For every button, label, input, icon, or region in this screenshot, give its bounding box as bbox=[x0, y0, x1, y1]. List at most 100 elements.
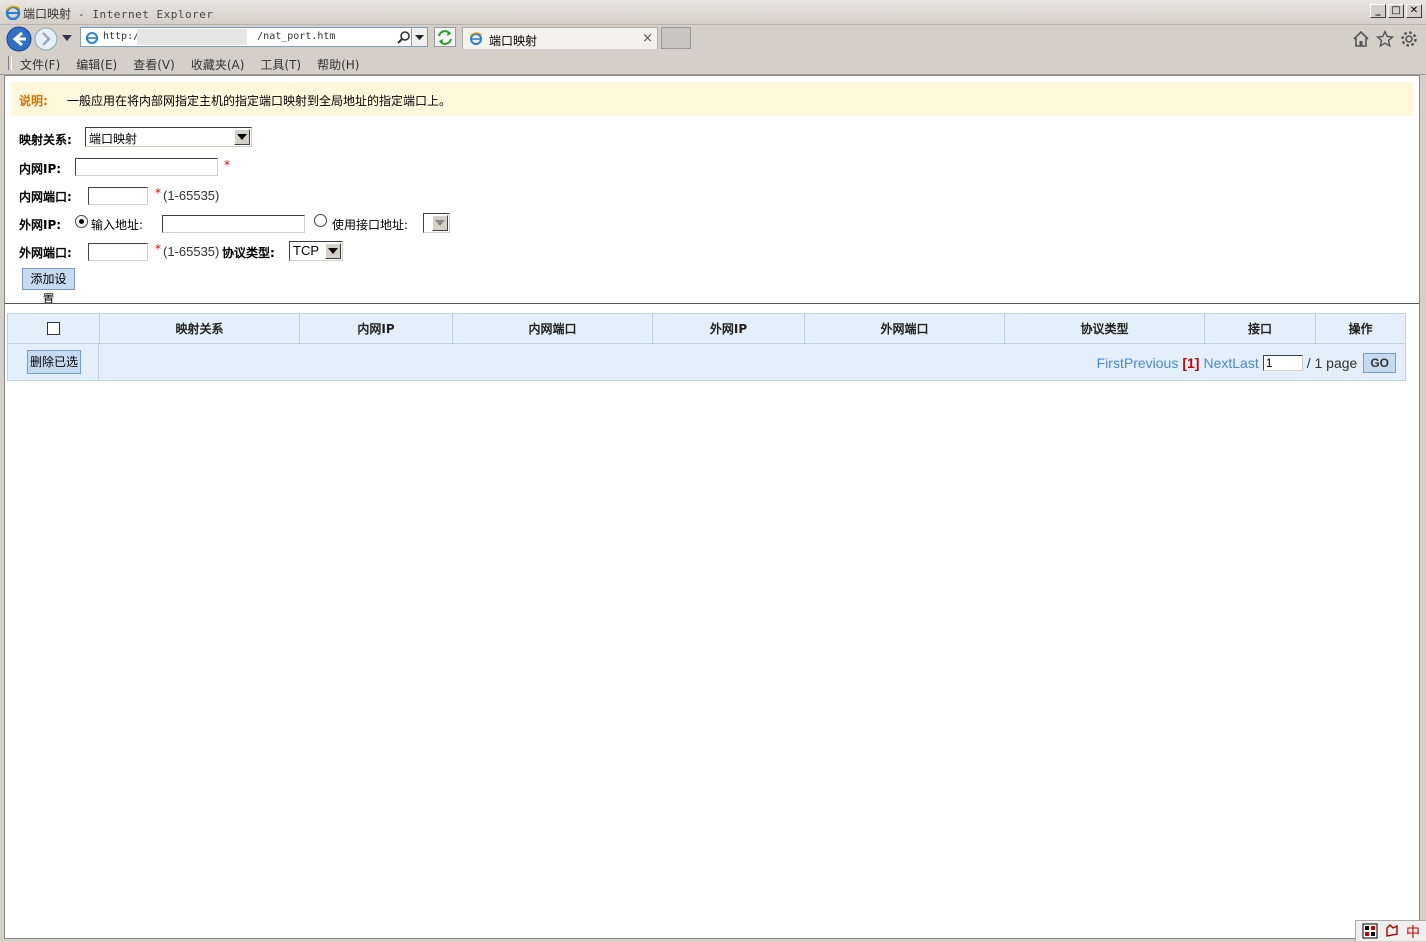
ime-tray: 中 bbox=[1355, 920, 1426, 941]
inner-ip-required-mark: * bbox=[224, 158, 230, 172]
pager-current: [1] bbox=[1182, 355, 1200, 371]
search-icon[interactable] bbox=[397, 30, 411, 44]
chevron-down-icon bbox=[237, 134, 247, 140]
menu-grip bbox=[8, 56, 12, 70]
inner-port-input[interactable] bbox=[88, 187, 148, 205]
footer-action-cell: 删除已选 bbox=[8, 344, 99, 381]
outer-ip-row: 外网IP: 输入地址: 使用接口地址: bbox=[19, 212, 459, 234]
page-ie-icon bbox=[86, 32, 98, 44]
column-protocol: 协议类型 bbox=[1005, 314, 1205, 343]
gear-icon[interactable] bbox=[1400, 30, 1418, 48]
window-title-page: 端口映射 bbox=[23, 7, 72, 21]
outer-port-required-mark: * bbox=[155, 242, 161, 256]
table-footer: 删除已选 First Previous [1] Next Last 1 / 1 … bbox=[8, 344, 1405, 381]
inner-ip-input[interactable] bbox=[75, 158, 218, 176]
ime-keyboard-icon[interactable] bbox=[1362, 923, 1378, 939]
menu-favorites[interactable]: 收藏夹(A) bbox=[191, 56, 245, 73]
window-controls: _ □ ✕ bbox=[1370, 4, 1422, 18]
pager-first[interactable]: First bbox=[1097, 355, 1124, 371]
menu-items: 文件(F) 编辑(E) 查看(V) 收藏夹(A) 工具(T) 帮助(H) bbox=[20, 56, 359, 73]
protocol-label: 协议类型: bbox=[222, 246, 275, 260]
ime-hand-icon[interactable] bbox=[1384, 922, 1400, 938]
header-select-all-cell bbox=[8, 314, 100, 343]
column-inner-ip: 内网IP bbox=[300, 314, 453, 343]
pager-next[interactable]: Next bbox=[1203, 355, 1232, 371]
radio-input-address-label: 输入地址: bbox=[91, 218, 144, 232]
radio-input-address[interactable] bbox=[75, 215, 88, 228]
home-icon[interactable] bbox=[1352, 30, 1370, 48]
column-inner-port: 内网端口 bbox=[453, 314, 653, 343]
inner-port-range-hint: (1-65535) bbox=[163, 188, 220, 203]
back-arrow-icon[interactable] bbox=[6, 26, 32, 52]
outer-port-row: 外网端口: * (1-65535) 协议类型: TCP bbox=[19, 240, 459, 262]
ime-chinese-indicator[interactable]: 中 bbox=[1406, 922, 1420, 942]
interface-select[interactable] bbox=[423, 213, 450, 233]
menu-bar: 文件(F) 编辑(E) 查看(V) 收藏夹(A) 工具(T) 帮助(H) bbox=[0, 52, 1426, 75]
window-titlebar: 端口映射 - Internet Explorer _ □ ✕ bbox=[0, 0, 1426, 25]
outer-ip-input[interactable] bbox=[162, 215, 305, 233]
forward-arrow-icon[interactable] bbox=[34, 27, 58, 51]
interface-select-arrow bbox=[432, 215, 448, 231]
menu-tools[interactable]: 工具(T) bbox=[260, 56, 301, 73]
menu-file[interactable]: 文件(F) bbox=[20, 56, 60, 73]
refresh-button[interactable] bbox=[434, 27, 456, 47]
description-note: 说明: 一般应用在将内部网指定主机的指定端口映射到全局地址的指定端口上。 bbox=[11, 82, 1414, 116]
history-dropdown-icon[interactable] bbox=[62, 34, 72, 42]
section-divider bbox=[5, 303, 1419, 306]
menu-help[interactable]: 帮助(H) bbox=[317, 56, 359, 73]
menu-view[interactable]: 查看(V) bbox=[133, 56, 175, 73]
column-operation: 操作 bbox=[1348, 322, 1373, 336]
navigation-bar: http:///nat_port.htm 端口映射 × bbox=[0, 24, 1426, 52]
address-bar[interactable]: http:///nat_port.htm bbox=[80, 27, 428, 47]
chevron-down-icon bbox=[415, 35, 424, 40]
page-content: 说明: 一般应用在将内部网指定主机的指定端口映射到全局地址的指定端口上。 映射关… bbox=[4, 75, 1420, 939]
pager-previous[interactable]: Previous bbox=[1124, 355, 1178, 371]
column-mapping: 映射关系 bbox=[100, 314, 300, 343]
pager: First Previous [1] Next Last 1 / 1 page … bbox=[1097, 353, 1396, 373]
new-tab-button[interactable] bbox=[661, 27, 691, 49]
mapping-row: 映射关系: 端口映射 bbox=[19, 127, 319, 149]
mapping-select-arrow bbox=[234, 129, 250, 145]
close-button[interactable]: ✕ bbox=[1406, 4, 1422, 18]
refresh-icon bbox=[438, 30, 452, 45]
radio-use-interface-address[interactable] bbox=[314, 214, 327, 227]
mapping-select-value: 端口映射 bbox=[89, 132, 138, 146]
outer-ip-label: 外网IP: bbox=[19, 218, 62, 232]
mapping-table: 映射关系 内网IP 内网端口 外网IP 外网端口 协议类型 接口 操作 删除已选… bbox=[7, 313, 1406, 381]
note-label: 说明: bbox=[19, 94, 48, 108]
tab-label: 端口映射 bbox=[489, 34, 538, 48]
minimize-button[interactable]: _ bbox=[1370, 4, 1386, 18]
favorites-star-icon[interactable] bbox=[1376, 30, 1394, 48]
go-button[interactable]: GO bbox=[1363, 353, 1396, 373]
protocol-select-value: TCP bbox=[293, 243, 319, 258]
inner-port-required-mark: * bbox=[155, 186, 161, 200]
menu-edit[interactable]: 编辑(E) bbox=[76, 56, 117, 73]
inner-port-label: 内网端口: bbox=[19, 190, 72, 204]
pager-last[interactable]: Last bbox=[1232, 355, 1258, 371]
add-setting-button[interactable]: 添加设置 bbox=[22, 268, 75, 306]
page-number-input[interactable]: 1 bbox=[1262, 355, 1303, 371]
window-title-app: - Internet Explorer bbox=[71, 8, 214, 21]
outer-port-input[interactable] bbox=[88, 243, 148, 261]
window-title: 端口映射 - Internet Explorer bbox=[23, 5, 213, 22]
mapping-select[interactable]: 端口映射 bbox=[85, 127, 252, 147]
inner-port-row: 内网端口: * (1-65535) bbox=[19, 184, 319, 206]
tab-ie-icon bbox=[469, 32, 483, 45]
maximize-button[interactable]: □ bbox=[1388, 4, 1404, 18]
pager-total: / 1 page bbox=[1306, 355, 1358, 371]
column-interface: 接口 bbox=[1205, 314, 1316, 343]
inner-ip-label: 内网IP: bbox=[19, 162, 62, 176]
browser-tools bbox=[1352, 30, 1418, 48]
outer-port-label: 外网端口: bbox=[19, 246, 72, 260]
delete-selected-button[interactable]: 删除已选 bbox=[27, 350, 81, 374]
address-dropdown-button[interactable] bbox=[411, 28, 427, 46]
mapping-label: 映射关系: bbox=[19, 133, 72, 147]
tab-close-icon[interactable]: × bbox=[642, 31, 653, 46]
address-suffix: /nat_port.htm bbox=[257, 31, 336, 42]
protocol-select[interactable]: TCP bbox=[289, 241, 343, 261]
select-all-checkbox[interactable] bbox=[47, 322, 60, 335]
address-redacted bbox=[137, 29, 247, 45]
inner-ip-row: 内网IP: * bbox=[19, 156, 319, 178]
note-text: 一般应用在将内部网指定主机的指定端口映射到全局地址的指定端口上。 bbox=[67, 94, 452, 108]
tab-nat-port[interactable]: 端口映射 × bbox=[462, 27, 658, 49]
